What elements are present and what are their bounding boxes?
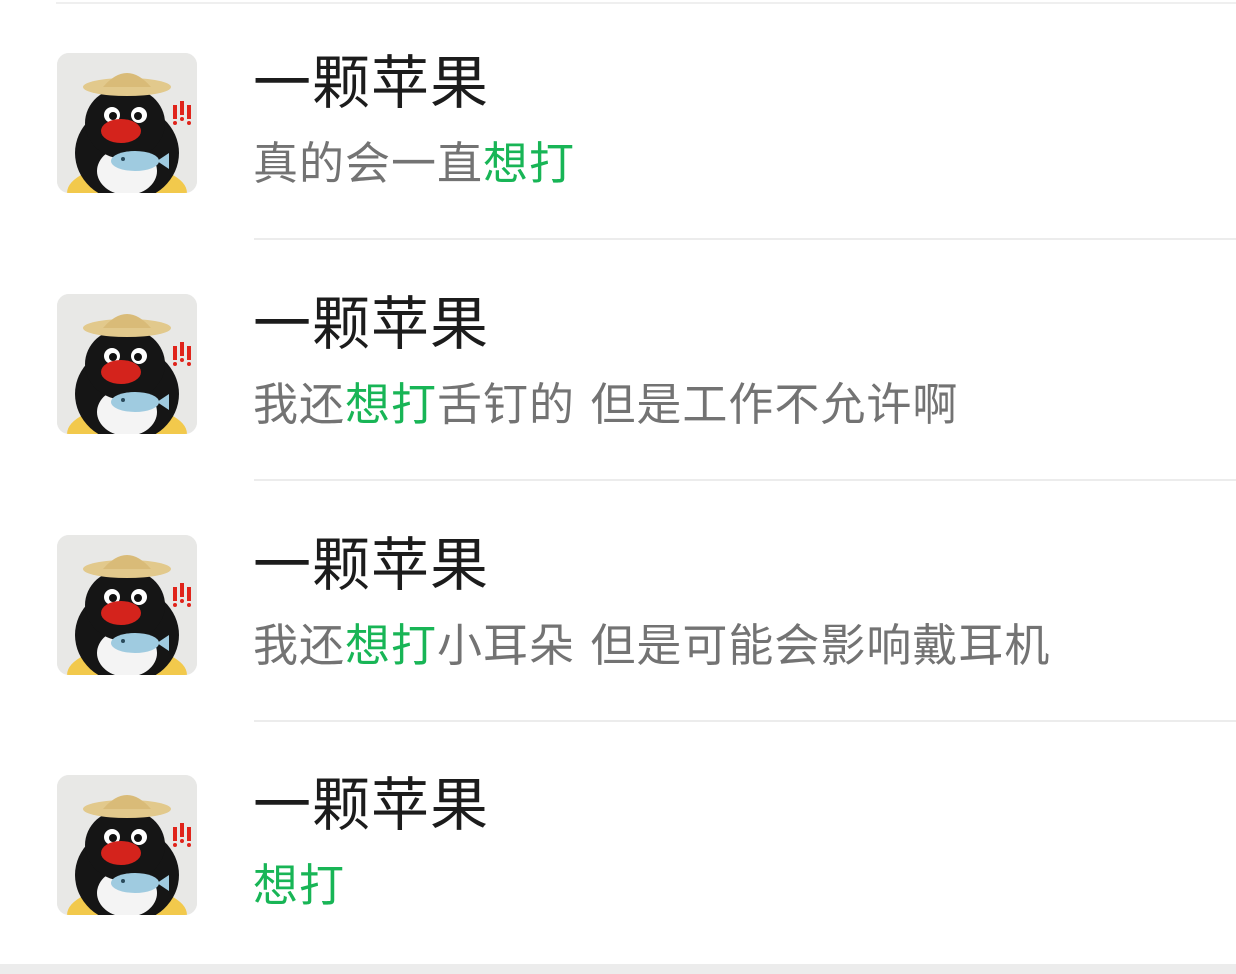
avatar[interactable] bbox=[57, 775, 197, 915]
avatar[interactable] bbox=[57, 294, 197, 434]
message-text: 我还 bbox=[253, 378, 346, 431]
penguin-avatar-icon bbox=[57, 53, 197, 193]
avatar[interactable] bbox=[57, 53, 197, 193]
message-preview: 想打 bbox=[253, 856, 345, 916]
message-preview: 我还想打舌钉的 但是工作不允许啊 bbox=[253, 375, 958, 435]
highlighted-keyword: 想打 bbox=[345, 378, 438, 431]
highlighted-keyword: 想打 bbox=[345, 619, 438, 672]
bottom-bar bbox=[0, 964, 1236, 974]
highlighted-keyword: 想打 bbox=[483, 137, 576, 190]
message-text: 真的会一直 bbox=[253, 137, 484, 190]
list-item[interactable]: 一颗苹果 真的会一直想打 bbox=[0, 0, 1236, 240]
highlighted-keyword: 想打 bbox=[253, 859, 346, 912]
contact-name: 一颗苹果 bbox=[253, 290, 490, 358]
message-text: 舌钉的 但是工作不允许啊 bbox=[437, 378, 959, 431]
penguin-avatar-icon bbox=[57, 535, 197, 675]
list-item[interactable]: 一颗苹果 我还想打小耳朵 但是可能会影响戴耳机 bbox=[0, 482, 1236, 722]
message-preview: 真的会一直想打 bbox=[253, 134, 575, 194]
contact-name: 一颗苹果 bbox=[253, 49, 490, 117]
contact-name: 一颗苹果 bbox=[253, 771, 490, 839]
contact-name: 一颗苹果 bbox=[253, 531, 490, 599]
avatar[interactable] bbox=[57, 535, 197, 675]
row-divider bbox=[254, 238, 1236, 240]
row-divider bbox=[254, 479, 1236, 481]
message-text: 我还 bbox=[253, 619, 346, 672]
penguin-avatar-icon bbox=[57, 294, 197, 434]
penguin-avatar-icon bbox=[57, 775, 197, 915]
message-text: 小耳朵 但是可能会影响戴耳机 bbox=[437, 619, 1051, 672]
list-item[interactable]: 一颗苹果 想打 bbox=[0, 722, 1236, 962]
message-preview: 我还想打小耳朵 但是可能会影响戴耳机 bbox=[253, 616, 1050, 676]
list-item[interactable]: 一颗苹果 我还想打舌钉的 但是工作不允许啊 bbox=[0, 241, 1236, 481]
